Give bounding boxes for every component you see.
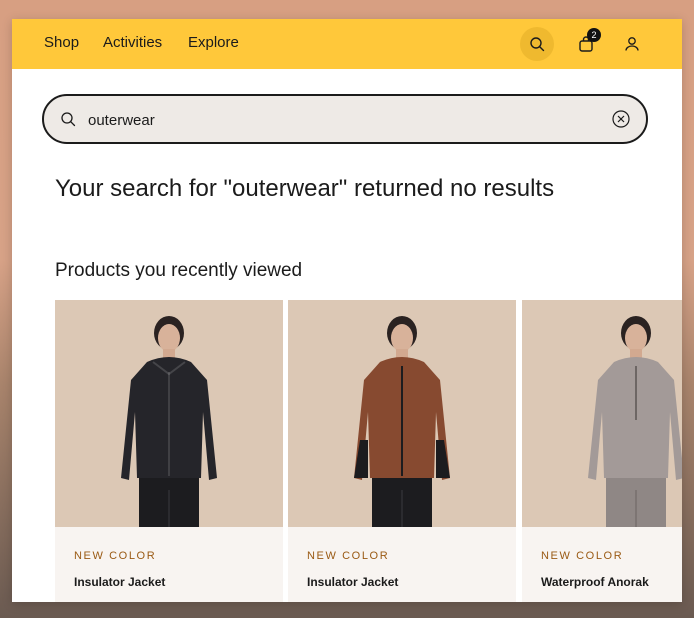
search-icon	[530, 37, 545, 52]
product-info: NEW COLOR Insulator Jacket	[288, 527, 516, 602]
product-info: NEW COLOR Waterproof Anorak	[522, 527, 682, 602]
search-bar	[42, 94, 648, 144]
product-info: NEW COLOR Insulator Jacket	[55, 527, 283, 602]
product-name: Waterproof Anorak	[541, 575, 649, 589]
nav-link-explore[interactable]: Explore	[188, 34, 239, 51]
product-card[interactable]: NEW COLOR Insulator Jacket	[55, 300, 283, 602]
cart-button[interactable]: 2	[569, 27, 603, 61]
product-name: Insulator Jacket	[74, 575, 166, 589]
clear-search-button[interactable]	[612, 110, 630, 133]
account-button[interactable]	[615, 27, 649, 61]
cart-count-badge: 2	[587, 28, 601, 42]
product-card[interactable]: NEW COLOR Waterproof Anorak	[522, 300, 682, 602]
top-navigation-bar: Shop Activities Explore 2	[12, 19, 682, 69]
new-color-badge: NEW COLOR	[541, 550, 624, 562]
app-window: Shop Activities Explore 2 outerwear Your…	[12, 19, 682, 602]
clear-circle-icon	[612, 110, 630, 128]
nav-link-shop[interactable]: Shop	[44, 34, 79, 51]
product-image	[55, 300, 283, 527]
search-input[interactable]	[88, 109, 588, 131]
product-card[interactable]: NEW COLOR Insulator Jacket	[288, 300, 516, 602]
user-icon	[625, 37, 639, 51]
product-image	[522, 300, 682, 527]
recently-viewed-title: Products you recently viewed	[55, 260, 303, 281]
new-color-badge: NEW COLOR	[74, 550, 157, 562]
no-results-message: Your search for "outerwear" returned no …	[55, 175, 555, 202]
search-icon	[61, 112, 76, 127]
new-color-badge: NEW COLOR	[307, 550, 390, 562]
product-image	[288, 300, 516, 527]
nav-link-activities[interactable]: Activities	[103, 34, 162, 51]
search-button[interactable]	[520, 27, 554, 61]
product-name: Insulator Jacket	[307, 575, 399, 589]
